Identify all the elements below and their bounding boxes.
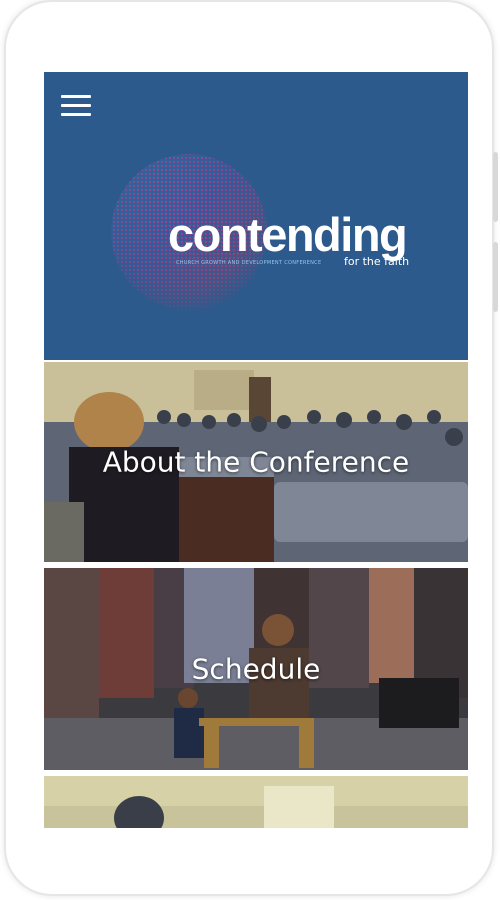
header-hero: contending CHURCH GROWTH AND DEVELOPMENT… [44, 72, 468, 360]
about-conference-card[interactable]: About the Conference [44, 362, 468, 562]
schedule-label: Schedule [191, 652, 321, 686]
about-conference-label: About the Conference [102, 445, 410, 479]
menu-bar-3 [61, 113, 91, 116]
app-screen: contending CHURCH GROWTH AND DEVELOPMENT… [44, 72, 468, 828]
menu-bar-2 [61, 104, 91, 107]
phone-frame: contending CHURCH GROWTH AND DEVELOPMENT… [6, 2, 498, 894]
logo-tagline: CHURCH GROWTH AND DEVELOPMENT CONFERENCE [176, 260, 322, 266]
schedule-card[interactable]: Schedule [44, 568, 468, 770]
logo-wordmark: contending [168, 208, 408, 261]
next-section-card[interactable] [44, 776, 468, 828]
hamburger-menu-icon[interactable] [61, 95, 91, 117]
next-section-photo [44, 776, 468, 828]
menu-bar-1 [61, 95, 91, 98]
logo-subtitle: for the faith [344, 255, 410, 268]
